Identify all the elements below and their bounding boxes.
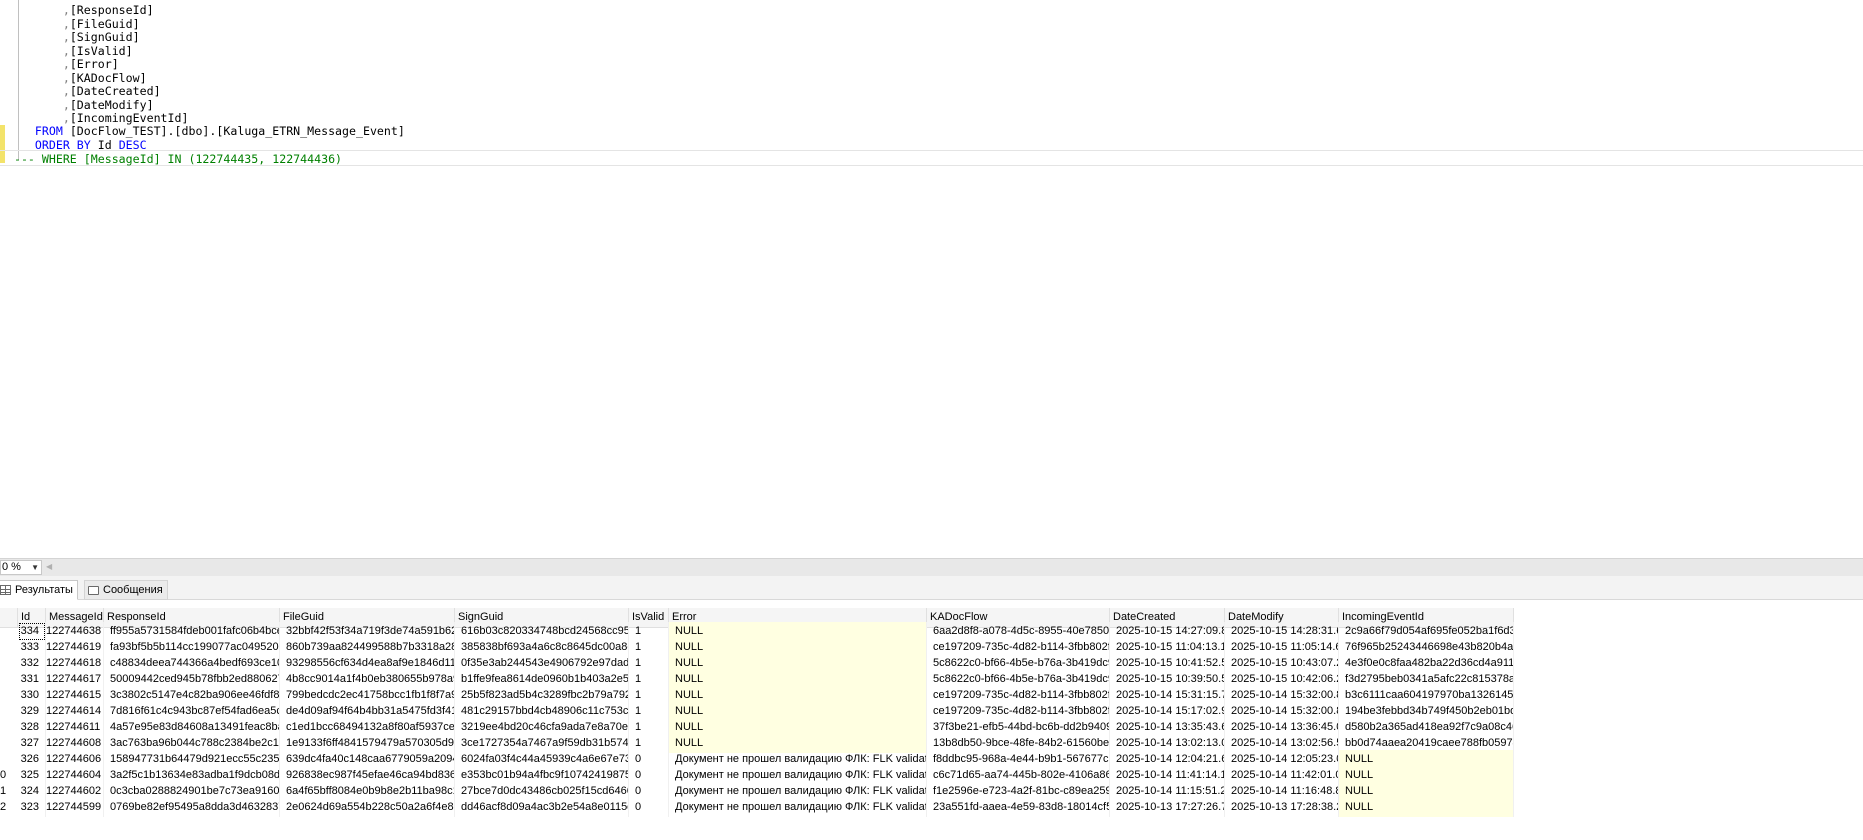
tab-messages-label: Сообщения <box>103 584 163 596</box>
table-cell[interactable]: 122744599 <box>46 798 104 817</box>
zoom-value: 0 % <box>2 561 21 573</box>
row-number[interactable]: 2 <box>0 798 18 817</box>
comment-line[interactable]: --- WHERE [MessageId] IN (122744435, 122… <box>0 150 1863 166</box>
grid-icon <box>0 585 11 596</box>
table-row[interactable]: 2 323 122744599 0769be82ef95495a8dda3d46328… <box>0 798 1800 817</box>
table-cell[interactable]: 2025-10-13 17:28:38.257 <box>1225 798 1339 817</box>
chevron-down-icon: ▼ <box>31 563 39 572</box>
from-table: [DocFlow_TEST].[dbo].[Kaluga_ETRN_Messag… <box>69 124 405 138</box>
results-tab-bar: Результаты Сообщения <box>0 576 1863 600</box>
tab-messages[interactable]: Сообщения <box>84 580 168 600</box>
results-grid[interactable]: Id MessageId ResponseId FileGuid SignGuid IsV… <box>0 600 1863 840</box>
scroll-left-icon[interactable]: ◀ <box>46 562 52 571</box>
table-cell[interactable]: 0 <box>629 798 669 817</box>
from-keyword: FROM <box>34 124 63 138</box>
zoom-bar: 0 % ▼ ◀ <box>0 558 1863 576</box>
sql-editor[interactable]: ,[ResponseId] ,[FileGuid] ,[SignGuid] ,[… <box>0 0 1863 558</box>
table-cell[interactable]: NULL <box>1339 798 1514 817</box>
table-cell[interactable]: 23a551fd-aaea-4e59-83d8-18014cf5770a <box>927 798 1110 817</box>
tab-results[interactable]: Результаты <box>0 580 78 600</box>
zoom-select[interactable]: 0 % ▼ <box>0 560 42 575</box>
table-cell[interactable]: Документ не прошел валидацию ФЛК: FLK va… <box>669 798 927 817</box>
table-cell[interactable]: 2e0624d69a554b228c50a2a6f4e8846d <box>280 798 455 817</box>
sql-comment: --- WHERE [MessageId] IN (122744435, 122… <box>13 152 343 166</box>
table-cell[interactable]: 0769be82ef95495a8dda3d4632837b2f <box>104 798 280 817</box>
table-cell[interactable]: 323 <box>18 798 46 817</box>
message-icon <box>88 585 99 595</box>
table-cell[interactable]: 2025-10-13 17:27:26.773 <box>1110 798 1225 817</box>
table-cell[interactable]: dd46acf8d09a4ac3b2e54a8e0115c9b7 <box>455 798 629 817</box>
tab-results-label: Результаты <box>15 584 73 596</box>
